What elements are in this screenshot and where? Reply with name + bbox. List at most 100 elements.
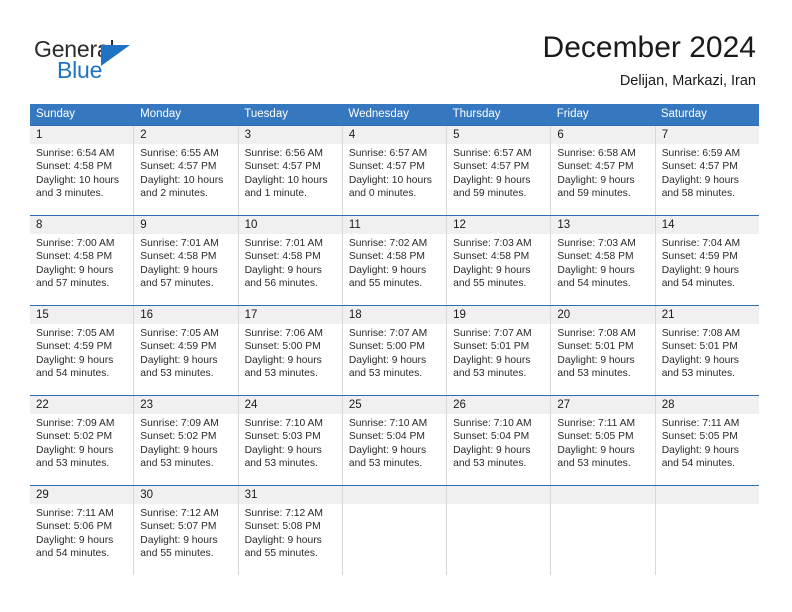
daylight-text-line2: and 53 minutes. bbox=[140, 458, 214, 470]
daylight-text-line2: and 53 minutes. bbox=[453, 458, 527, 470]
daylight-text-line2: and 57 minutes. bbox=[36, 278, 110, 290]
sunrise-text: Sunrise: 7:11 AM bbox=[557, 418, 636, 429]
sunrise-text: Sunrise: 7:06 AM bbox=[244, 328, 323, 339]
day-number-band: 28 bbox=[655, 396, 759, 414]
sunrise-text: Sunrise: 6:56 AM bbox=[244, 148, 323, 159]
sunrise-text: Sunrise: 7:02 AM bbox=[348, 238, 428, 249]
weekday-header-monday: Monday bbox=[140, 108, 182, 120]
day-number: 27 bbox=[557, 399, 571, 411]
calendar-day-cell[interactable]: 4 Sunrise: 6:57 AM Sunset: 4:57 PM Dayli… bbox=[341, 126, 447, 215]
day-number-band: 15 bbox=[30, 306, 134, 324]
day-details: Sunrise: 7:00 AM Sunset: 4:58 PM Dayligh… bbox=[30, 234, 133, 291]
daylight-text-line2: and 54 minutes. bbox=[661, 278, 735, 290]
daylight-text-line2: and 0 minutes. bbox=[348, 188, 417, 200]
calendar-day-cell[interactable]: 25 Sunrise: 7:10 AM Sunset: 5:04 PM Dayl… bbox=[341, 396, 447, 485]
logo-text-blue: Blue bbox=[57, 57, 103, 83]
sunrise-text: Sunrise: 7:10 AM bbox=[453, 418, 532, 429]
daylight-text-line2: and 3 minutes. bbox=[36, 188, 104, 200]
calendar-day-cell[interactable]: 2 Sunrise: 6:55 AM Sunset: 4:57 PM Dayli… bbox=[133, 126, 238, 215]
calendar-day-cell[interactable]: 19 Sunrise: 7:07 AM Sunset: 5:01 PM Dayl… bbox=[446, 306, 551, 395]
sunrise-text: Sunrise: 7:10 AM bbox=[244, 418, 323, 429]
day-number: 31 bbox=[244, 489, 258, 501]
day-details: Sunrise: 7:12 AM Sunset: 5:08 PM Dayligh… bbox=[239, 504, 342, 561]
sunrise-text: Sunrise: 7:03 AM bbox=[557, 238, 636, 249]
daylight-text-line1: Daylight: 9 hours bbox=[36, 534, 114, 546]
sunrise-text: Sunrise: 7:07 AM bbox=[453, 328, 532, 339]
sunset-text: Sunset: 4:57 PM bbox=[244, 161, 321, 173]
calendar-day-cell[interactable]: 24 Sunrise: 7:10 AM Sunset: 5:03 PM Dayl… bbox=[237, 396, 342, 485]
calendar-day-cell[interactable]: 14 Sunrise: 7:04 AM Sunset: 4:59 PM Dayl… bbox=[654, 216, 759, 305]
page-subtitle: Delijan, Markazi, Iran bbox=[619, 73, 756, 89]
calendar-day-cell[interactable]: 16 Sunrise: 7:05 AM Sunset: 4:59 PM Dayl… bbox=[133, 306, 238, 395]
calendar-day-cell[interactable]: 5 Sunrise: 6:57 AM Sunset: 4:57 PM Dayli… bbox=[446, 126, 551, 215]
day-number: 17 bbox=[244, 309, 258, 321]
calendar-day-cell[interactable]: 17 Sunrise: 7:06 AM Sunset: 5:00 PM Dayl… bbox=[237, 306, 342, 395]
calendar-day-cell[interactable]: 9 Sunrise: 7:01 AM Sunset: 4:58 PM Dayli… bbox=[133, 216, 238, 305]
daylight-text-line1: Daylight: 9 hours bbox=[244, 354, 322, 366]
day-number-band: 27 bbox=[551, 396, 655, 414]
calendar-week-row: 22 Sunrise: 7:09 AM Sunset: 5:02 PM Dayl… bbox=[30, 395, 759, 485]
day-number-band: 29 bbox=[30, 486, 134, 504]
day-number: 19 bbox=[453, 309, 466, 321]
daylight-text-line1: Daylight: 10 hours bbox=[36, 174, 119, 186]
day-details: Sunrise: 7:11 AM Sunset: 5:05 PM Dayligh… bbox=[551, 414, 654, 471]
calendar-day-cell[interactable]: 22 Sunrise: 7:09 AM Sunset: 5:02 PM Dayl… bbox=[30, 396, 134, 485]
daylight-text-line2: and 55 minutes. bbox=[140, 548, 214, 560]
calendar-day-cell-empty bbox=[550, 486, 655, 575]
sunrise-text: Sunrise: 7:08 AM bbox=[661, 328, 741, 339]
sunset-text: Sunset: 4:57 PM bbox=[661, 161, 738, 173]
day-number: 30 bbox=[140, 489, 154, 501]
calendar-day-cell[interactable]: 28 Sunrise: 7:11 AM Sunset: 5:05 PM Dayl… bbox=[654, 396, 759, 485]
sunset-text: Sunset: 5:00 PM bbox=[244, 341, 321, 353]
daylight-text-line2: and 54 minutes. bbox=[36, 548, 110, 560]
daylight-text-line2: and 2 minutes. bbox=[140, 188, 208, 200]
weekday-header-friday: Friday bbox=[556, 108, 589, 120]
calendar-day-cell[interactable]: 11 Sunrise: 7:02 AM Sunset: 4:58 PM Dayl… bbox=[341, 216, 447, 305]
day-number-band: 17 bbox=[238, 306, 342, 324]
daylight-text-line2: and 54 minutes. bbox=[661, 458, 735, 470]
calendar-day-cell[interactable]: 27 Sunrise: 7:11 AM Sunset: 5:05 PM Dayl… bbox=[550, 396, 655, 485]
calendar-day-cell[interactable]: 15 Sunrise: 7:05 AM Sunset: 4:59 PM Dayl… bbox=[30, 306, 134, 395]
day-details: Sunrise: 6:57 AM Sunset: 4:57 PM Dayligh… bbox=[447, 144, 550, 201]
sunset-text: Sunset: 5:01 PM bbox=[661, 341, 738, 353]
day-number: 10 bbox=[244, 219, 258, 231]
weekday-header-row: Sunday Monday Tuesday Wednesday Thursday… bbox=[30, 104, 759, 125]
daylight-text-line2: and 53 minutes. bbox=[140, 368, 214, 380]
day-details: Sunrise: 7:11 AM Sunset: 5:05 PM Dayligh… bbox=[656, 414, 759, 471]
calendar-day-cell[interactable]: 20 Sunrise: 7:08 AM Sunset: 5:01 PM Dayl… bbox=[550, 306, 655, 395]
calendar-day-cell[interactable]: 6 Sunrise: 6:58 AM Sunset: 4:57 PM Dayli… bbox=[550, 126, 655, 215]
calendar-day-cell[interactable]: 3 Sunrise: 6:56 AM Sunset: 4:57 PM Dayli… bbox=[237, 126, 342, 215]
day-number-band: 11 bbox=[342, 216, 447, 234]
calendar-day-cell[interactable]: 12 Sunrise: 7:03 AM Sunset: 4:58 PM Dayl… bbox=[446, 216, 551, 305]
calendar-day-cell[interactable]: 30 Sunrise: 7:12 AM Sunset: 5:07 PM Dayl… bbox=[133, 486, 238, 575]
daylight-text-line1: Daylight: 9 hours bbox=[661, 444, 739, 456]
day-number-band bbox=[551, 486, 655, 504]
day-number-band: 18 bbox=[342, 306, 447, 324]
weekday-header-saturday: Saturday bbox=[660, 108, 707, 120]
calendar-week-row: 8 Sunrise: 7:00 AM Sunset: 4:58 PM Dayli… bbox=[30, 215, 759, 305]
calendar-day-cell[interactable]: 1 Sunrise: 6:54 AM Sunset: 4:58 PM Dayli… bbox=[30, 126, 134, 215]
calendar-day-cell[interactable]: 21 Sunrise: 7:08 AM Sunset: 5:01 PM Dayl… bbox=[654, 306, 759, 395]
calendar-day-cell[interactable]: 29 Sunrise: 7:11 AM Sunset: 5:06 PM Dayl… bbox=[30, 486, 134, 575]
daylight-text-line1: Daylight: 9 hours bbox=[244, 264, 322, 276]
sunset-text: Sunset: 5:01 PM bbox=[453, 341, 530, 353]
daylight-text-line1: Daylight: 9 hours bbox=[557, 354, 635, 366]
calendar-day-cell[interactable]: 23 Sunrise: 7:09 AM Sunset: 5:02 PM Dayl… bbox=[133, 396, 238, 485]
day-number: 22 bbox=[36, 399, 49, 411]
calendar-day-cell[interactable]: 8 Sunrise: 7:00 AM Sunset: 4:58 PM Dayli… bbox=[30, 216, 134, 305]
day-details: Sunrise: 7:02 AM Sunset: 4:58 PM Dayligh… bbox=[343, 234, 446, 291]
sunrise-text: Sunrise: 6:57 AM bbox=[348, 148, 428, 159]
calendar-day-cell[interactable]: 13 Sunrise: 7:03 AM Sunset: 4:58 PM Dayl… bbox=[550, 216, 655, 305]
day-details: Sunrise: 7:06 AM Sunset: 5:00 PM Dayligh… bbox=[239, 324, 342, 381]
sunrise-text: Sunrise: 6:55 AM bbox=[140, 148, 219, 159]
sunrise-text: Sunrise: 6:57 AM bbox=[453, 148, 532, 159]
day-details: Sunrise: 7:10 AM Sunset: 5:04 PM Dayligh… bbox=[343, 414, 446, 471]
day-number-band: 21 bbox=[655, 306, 759, 324]
daylight-text-line1: Daylight: 9 hours bbox=[36, 354, 114, 366]
calendar-day-cell[interactable]: 10 Sunrise: 7:01 AM Sunset: 4:58 PM Dayl… bbox=[237, 216, 342, 305]
calendar-day-cell[interactable]: 26 Sunrise: 7:10 AM Sunset: 5:04 PM Dayl… bbox=[446, 396, 551, 485]
calendar-day-cell[interactable]: 7 Sunrise: 6:59 AM Sunset: 4:57 PM Dayli… bbox=[654, 126, 759, 215]
calendar-day-cell[interactable]: 18 Sunrise: 7:07 AM Sunset: 5:00 PM Dayl… bbox=[341, 306, 447, 395]
calendar-day-cell[interactable]: 31 Sunrise: 7:12 AM Sunset: 5:08 PM Dayl… bbox=[237, 486, 342, 575]
daylight-text-line1: Daylight: 9 hours bbox=[348, 354, 427, 366]
